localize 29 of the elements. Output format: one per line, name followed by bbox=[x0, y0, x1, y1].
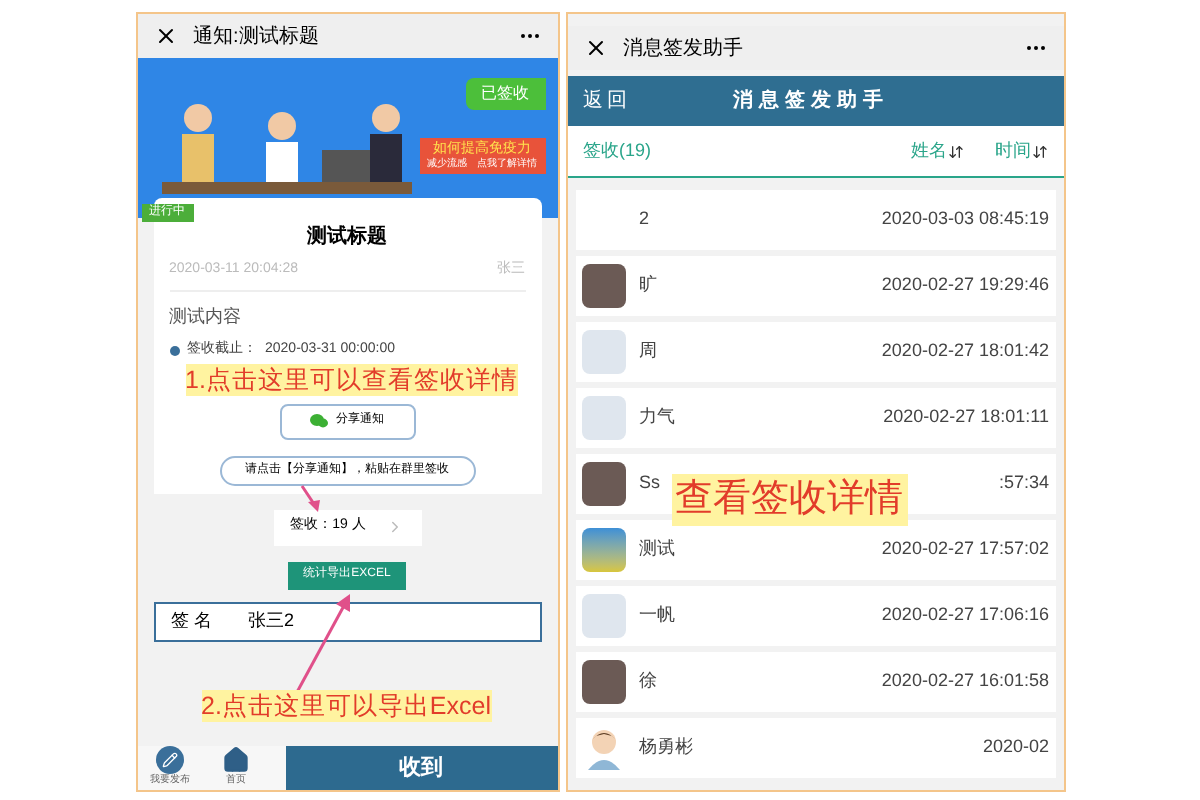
sign-time: 2020-02-27 18:01:42 bbox=[881, 338, 1049, 365]
annotation-callout: 1.点击这里可以查看签收详情 bbox=[185, 364, 518, 396]
sign-time: 2020-02-27 19:29:46 bbox=[881, 272, 1049, 299]
sign-time: 2020-02-27 18:01:11 bbox=[883, 404, 1049, 431]
notice-content: 测试内容 bbox=[169, 303, 243, 329]
sign-time: :57:34 bbox=[998, 470, 1049, 497]
sign-time: 2020-02-27 16:01:58 bbox=[881, 668, 1049, 695]
window-title: 消息签发助手 bbox=[623, 35, 745, 63]
signer-name: 测试 bbox=[639, 536, 675, 563]
signed-badge: 已签收 bbox=[465, 78, 545, 110]
header-title: 消息签发助手 bbox=[733, 87, 889, 116]
annotation-callout: 2.点击这里可以导出Excel bbox=[201, 690, 491, 722]
annotation-tooltip: 查看签收详情 bbox=[671, 474, 907, 526]
signer-name: 杨勇彬 bbox=[639, 734, 693, 761]
signature-label: 签 名 bbox=[171, 607, 213, 634]
signer-name: 2 bbox=[639, 206, 650, 233]
signer-name: 力气 bbox=[639, 404, 675, 431]
sign-time: 2020-02-27 17:57:02 bbox=[881, 536, 1049, 563]
window-title: 通知:测试标题 bbox=[193, 23, 321, 51]
signature-value: 张三2 bbox=[248, 607, 295, 634]
signer-name: 周 bbox=[639, 338, 657, 365]
signer-name: 旷 bbox=[639, 272, 657, 299]
signer-name: 徐 bbox=[639, 668, 657, 695]
signer-name: 一帆 bbox=[639, 602, 675, 629]
signer-name: Ss bbox=[639, 470, 661, 497]
sign-time: 2020-02 bbox=[982, 734, 1049, 761]
notice-title: 测试标题 bbox=[305, 223, 389, 252]
sign-time: 2020-02-27 17:06:16 bbox=[881, 602, 1049, 629]
sign-time: 2020-03-03 08:45:19 bbox=[881, 206, 1049, 233]
